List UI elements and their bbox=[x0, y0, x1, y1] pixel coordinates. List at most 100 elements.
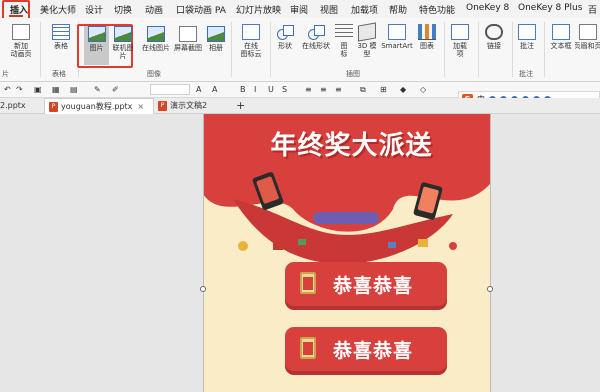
addins-icon bbox=[451, 24, 469, 40]
selection-border-left bbox=[203, 114, 204, 392]
doc-tab-1[interactable]: 2.pptx bbox=[0, 98, 44, 114]
addins-button[interactable]: 加载 项 bbox=[449, 24, 471, 58]
arrange-icon[interactable]: ⧉ bbox=[360, 85, 366, 95]
tab-view[interactable]: 视图 bbox=[320, 3, 338, 16]
group-separator bbox=[231, 22, 232, 77]
congrats-button-1[interactable]: 恭喜恭喜 bbox=[285, 262, 447, 306]
group-separator bbox=[478, 22, 479, 77]
screenshot-button[interactable]: 屏幕截图 bbox=[171, 26, 205, 52]
smartart-button[interactable]: SmartArt bbox=[380, 24, 414, 50]
online-picture-button[interactable]: 联机图片 bbox=[110, 26, 136, 60]
doc-tab-label: 2.pptx bbox=[0, 101, 26, 110]
3d-model-button[interactable]: 3D 模 型 bbox=[355, 22, 379, 58]
online-shapes-button[interactable]: 在线形状 bbox=[298, 24, 334, 50]
close-tab-icon[interactable]: × bbox=[137, 102, 144, 111]
tab-animations[interactable]: 动画 bbox=[145, 3, 163, 16]
ribbon-tab-bar: 插入 美化大师 设计 切换 动画 口袋动画 PA 幻灯片放映 审阅 视图 加载项… bbox=[0, 0, 600, 26]
increase-font-icon[interactable]: A bbox=[196, 85, 201, 94]
redo-icon[interactable]: ↷ bbox=[16, 85, 23, 94]
tab-onekey8[interactable]: OneKey 8 bbox=[466, 3, 509, 13]
online-icon-cloud-button[interactable]: 在线 图标云 bbox=[236, 24, 266, 58]
chart-button[interactable]: 图表 bbox=[416, 24, 438, 50]
resize-handle-right[interactable] bbox=[487, 286, 493, 292]
album-button[interactable]: 相册 bbox=[205, 26, 227, 52]
slide-canvas: 年终奖大派送 恭喜恭喜 恭喜恭喜 bbox=[0, 114, 600, 392]
icon-cloud-icon bbox=[242, 24, 260, 40]
powerpoint-window: 插入 美化大师 设计 切换 动画 口袋动画 PA 幻灯片放映 审阅 视图 加载项… bbox=[0, 0, 600, 392]
purple-tag bbox=[313, 212, 379, 224]
doc-tab-2[interactable]: Pyouguan教程.pptx × bbox=[44, 98, 154, 114]
document-tabs: 2.pptx Pyouguan教程.pptx × P 演示文稿2 + bbox=[0, 98, 600, 114]
tab-more[interactable]: 百 bbox=[588, 3, 597, 16]
online-pictures-icon bbox=[147, 26, 165, 42]
tab-addins[interactable]: 加载项 bbox=[351, 3, 378, 16]
doc-tab-3[interactable]: P 演示文稿2 bbox=[154, 98, 230, 114]
group-illustrations-label: 插图 bbox=[346, 70, 360, 78]
new-tab-button[interactable]: + bbox=[236, 98, 250, 114]
new-animation-page-button[interactable]: 新加 动画页 bbox=[5, 24, 37, 58]
resize-handle-left[interactable] bbox=[200, 286, 206, 292]
align-right-icon[interactable]: ≡ bbox=[335, 85, 342, 94]
paste-icon[interactable]: ▤ bbox=[70, 85, 78, 94]
strikethrough-icon[interactable]: S bbox=[282, 85, 287, 94]
underline-icon[interactable]: U bbox=[268, 85, 274, 94]
shapes-button[interactable]: 形状 bbox=[274, 24, 296, 50]
distribute-icon[interactable]: ⊞ bbox=[380, 85, 387, 94]
ppt-file-icon: P bbox=[158, 100, 167, 111]
doc-tab-label: youguan教程.pptx bbox=[61, 102, 133, 111]
group-separator bbox=[444, 22, 445, 77]
tab-special-features[interactable]: 特色功能 bbox=[419, 3, 455, 16]
screenshot-icon bbox=[179, 26, 197, 42]
font-name-box[interactable] bbox=[150, 84, 190, 95]
tab-onekey8-plus[interactable]: OneKey 8 Plus bbox=[518, 3, 582, 13]
online-shapes-icon bbox=[307, 24, 325, 40]
congrats-button-label: 恭喜恭喜 bbox=[333, 275, 414, 297]
link-icon bbox=[485, 24, 503, 40]
ppt-file-icon: P bbox=[49, 101, 58, 112]
link-button[interactable]: 链接 bbox=[482, 24, 506, 50]
brush-icon[interactable]: ✐ bbox=[112, 85, 119, 94]
save-icon[interactable]: ▣ bbox=[34, 85, 42, 94]
italic-icon[interactable]: I bbox=[254, 85, 256, 94]
online-picture-label: 联机图片 bbox=[112, 44, 134, 60]
congrats-button-2[interactable]: 恭喜恭喜 bbox=[285, 327, 447, 371]
tab-design[interactable]: 设计 bbox=[85, 3, 103, 16]
align-left-icon[interactable]: ≡ bbox=[305, 85, 312, 94]
group-slides-label: 片 bbox=[2, 70, 9, 78]
chart-label: 图表 bbox=[420, 42, 434, 50]
active-tab-underline bbox=[9, 15, 23, 17]
table-button[interactable]: 表格 bbox=[48, 24, 74, 50]
album-label: 相册 bbox=[209, 44, 223, 52]
tab-help[interactable]: 帮助 bbox=[389, 3, 407, 16]
textbox-button[interactable]: 文本框 bbox=[547, 24, 575, 50]
table-icon bbox=[52, 24, 70, 40]
picture-button[interactable]: 图片 bbox=[84, 26, 109, 52]
fill-color-icon[interactable]: ◆ bbox=[400, 85, 406, 94]
header-footer-label: 页眉和页 bbox=[575, 42, 600, 50]
outline-color-icon[interactable]: ◇ bbox=[420, 85, 426, 94]
online-pictures-button[interactable]: 在线图片 bbox=[139, 26, 173, 52]
tab-slideshow[interactable]: 幻灯片放映 bbox=[236, 3, 281, 16]
tab-review[interactable]: 审阅 bbox=[290, 3, 308, 16]
tab-beautify[interactable]: 美化大师 bbox=[40, 3, 76, 16]
confetti bbox=[418, 239, 428, 247]
tab-pocket-animation[interactable]: 口袋动画 PA bbox=[176, 3, 226, 16]
decrease-font-icon[interactable]: A bbox=[212, 85, 217, 94]
icons-button[interactable]: 图 标 bbox=[335, 24, 353, 58]
undo-icon[interactable]: ↶ bbox=[4, 85, 11, 94]
format-painter-icon[interactable]: ✎ bbox=[94, 85, 101, 94]
comment-label: 批注 bbox=[520, 42, 534, 50]
slide[interactable]: 年终奖大派送 恭喜恭喜 恭喜恭喜 bbox=[203, 114, 490, 392]
comment-button[interactable]: 批注 bbox=[516, 24, 538, 50]
online-icon-cloud-label: 在线 图标云 bbox=[240, 42, 262, 58]
shapes-icon bbox=[276, 24, 294, 40]
tab-transitions[interactable]: 切换 bbox=[114, 3, 132, 16]
bold-icon[interactable]: B bbox=[240, 85, 246, 94]
smartart-label: SmartArt bbox=[381, 42, 413, 50]
group-images-label: 图像 bbox=[147, 70, 161, 78]
view-icon[interactable]: ▦ bbox=[52, 85, 60, 94]
header-footer-button[interactable]: 页眉和页 bbox=[575, 24, 600, 50]
picture-label: 图片 bbox=[89, 44, 104, 52]
align-center-icon[interactable]: ≡ bbox=[320, 85, 327, 94]
album-icon bbox=[207, 26, 225, 42]
